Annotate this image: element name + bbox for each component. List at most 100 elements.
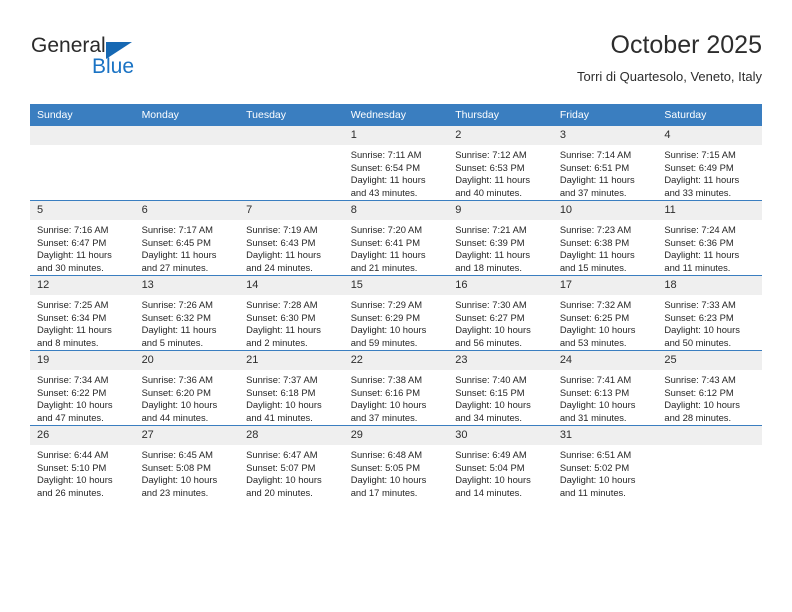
daylight-text: Daylight: 10 hours and 17 minutes. <box>350 474 427 498</box>
weekday-header-friday: Friday <box>552 104 658 126</box>
day-number: 9 <box>448 201 553 220</box>
day-number: 13 <box>134 276 240 295</box>
calendar-body: 1 Sunrise: 7:11 AM Sunset: 6:54 PM Daylight… <box>30 126 762 500</box>
calendar-day-cell[interactable]: 29 Sunrise: 6:48 AM Sunset: 5:05 PM Dayligh… <box>343 425 449 500</box>
day-details: Sunrise: 7:11 AM Sunset: 6:54 PM Daylight:… <box>344 145 449 199</box>
calendar-day-cell[interactable]: 12 Sunrise: 7:25 AM Sunset: 6:34 PM Dayligh… <box>30 275 135 351</box>
calendar-day-cell[interactable]: 30 Sunrise: 6:49 AM Sunset: 5:04 PM Dayligh… <box>448 425 553 500</box>
day-number: 3 <box>552 126 658 145</box>
weekday-header-wednesday: Wednesday <box>343 104 449 126</box>
calendar-day-cell[interactable]: 28 Sunrise: 6:47 AM Sunset: 5:07 PM Dayligh… <box>239 425 344 500</box>
calendar-day-cell[interactable]: 22 Sunrise: 7:38 AM Sunset: 6:16 PM Dayligh… <box>343 350 449 426</box>
sunset-text: Sunset: 5:04 PM <box>455 461 525 473</box>
day-details: Sunrise: 7:16 AM Sunset: 6:47 PM Daylight:… <box>30 220 135 274</box>
day-details: Sunrise: 7:40 AM Sunset: 6:15 PM Daylight:… <box>448 370 553 424</box>
calendar-day-cell-empty <box>657 425 762 500</box>
calendar-day-cell[interactable]: 13 Sunrise: 7:26 AM Sunset: 6:32 PM Dayligh… <box>134 275 240 351</box>
sunrise-text: Sunrise: 7:36 AM <box>141 374 213 385</box>
sunset-text: Sunset: 6:43 PM <box>246 236 316 248</box>
calendar-day-cell[interactable]: 5 Sunrise: 7:16 AM Sunset: 6:47 PM Daylight… <box>30 200 135 276</box>
daylight-text: Daylight: 11 hours and 5 minutes. <box>141 324 217 348</box>
sunset-text: Sunset: 5:07 PM <box>246 461 316 473</box>
daylight-text: Daylight: 10 hours and 34 minutes. <box>455 399 531 423</box>
day-number: 23 <box>448 351 553 370</box>
daylight-text: Daylight: 11 hours and 27 minutes. <box>141 249 217 273</box>
sunrise-text: Sunrise: 7:16 AM <box>37 224 109 235</box>
calendar-day-cell[interactable]: 7 Sunrise: 7:19 AM Sunset: 6:43 PM Daylight… <box>239 200 344 276</box>
sunrise-text: Sunrise: 7:43 AM <box>664 374 736 385</box>
sunset-text: Sunset: 5:05 PM <box>350 461 420 473</box>
calendar-day-cell[interactable]: 27 Sunrise: 6:45 AM Sunset: 5:08 PM Dayligh… <box>134 425 240 500</box>
day-number: 22 <box>343 351 449 370</box>
day-details: Sunrise: 7:20 AM Sunset: 6:41 PM Daylight:… <box>344 220 449 274</box>
daylight-text: Daylight: 11 hours and 11 minutes. <box>664 249 740 273</box>
day-details: Sunrise: 7:23 AM Sunset: 6:38 PM Daylight:… <box>553 220 658 274</box>
sunrise-text: Sunrise: 7:32 AM <box>559 299 632 310</box>
brand-name-blue: Blue <box>92 55 135 78</box>
day-details: Sunrise: 7:19 AM Sunset: 6:43 PM Daylight:… <box>239 220 344 274</box>
sunrise-text: Sunrise: 7:23 AM <box>559 224 632 235</box>
daylight-text: Daylight: 10 hours and 44 minutes. <box>141 399 218 423</box>
calendar-day-cell[interactable]: 10 Sunrise: 7:23 AM Sunset: 6:38 PM Dayligh… <box>552 200 658 276</box>
calendar-day-cell[interactable]: 8 Sunrise: 7:20 AM Sunset: 6:41 PM Daylight… <box>343 200 449 276</box>
day-number: 10 <box>552 201 658 220</box>
sunrise-text: Sunrise: 6:44 AM <box>37 449 109 460</box>
calendar-day-cell[interactable]: 21 Sunrise: 7:37 AM Sunset: 6:18 PM Dayligh… <box>239 350 344 426</box>
calendar-day-cell[interactable]: 17 Sunrise: 7:32 AM Sunset: 6:25 PM Dayligh… <box>552 275 658 351</box>
calendar-day-cell[interactable]: 6 Sunrise: 7:17 AM Sunset: 6:45 PM Daylight… <box>134 200 240 276</box>
daylight-text: Daylight: 11 hours and 18 minutes. <box>455 249 531 273</box>
calendar-day-cell[interactable]: 4 Sunrise: 7:15 AM Sunset: 6:49 PM Daylight… <box>657 126 762 201</box>
daylight-text: Daylight: 10 hours and 28 minutes. <box>664 399 740 423</box>
calendar-day-cell-empty <box>239 126 344 201</box>
day-number: 7 <box>239 201 344 220</box>
calendar-day-cell[interactable]: 11 Sunrise: 7:24 AM Sunset: 6:36 PM Dayligh… <box>657 200 762 276</box>
sunrise-text: Sunrise: 6:51 AM <box>559 449 632 460</box>
day-details: Sunrise: 7:32 AM Sunset: 6:25 PM Daylight:… <box>553 295 658 349</box>
day-details: Sunrise: 7:25 AM Sunset: 6:34 PM Daylight:… <box>30 295 135 349</box>
brand-logo[interactable]: General Blue <box>30 34 290 92</box>
calendar-day-cell[interactable]: 2 Sunrise: 7:12 AM Sunset: 6:53 PM Daylight… <box>448 126 553 201</box>
day-details: Sunrise: 6:51 AM Sunset: 5:02 PM Daylight:… <box>553 445 658 499</box>
sunset-text: Sunset: 6:51 PM <box>559 161 630 173</box>
daylight-text: Daylight: 10 hours and 31 minutes. <box>559 399 636 423</box>
sunrise-text: Sunrise: 7:33 AM <box>664 299 736 310</box>
calendar-week-row: 5 Sunrise: 7:16 AM Sunset: 6:47 PM Daylight… <box>30 200 762 276</box>
sunset-text: Sunset: 6:32 PM <box>141 311 211 323</box>
sunset-text: Sunset: 6:30 PM <box>246 311 316 323</box>
calendar-day-cell[interactable]: 9 Sunrise: 7:21 AM Sunset: 6:39 PM Daylight… <box>448 200 553 276</box>
day-number: 30 <box>448 426 553 445</box>
daylight-text: Daylight: 11 hours and 21 minutes. <box>350 249 426 273</box>
day-details: Sunrise: 6:49 AM Sunset: 5:04 PM Daylight:… <box>448 445 553 499</box>
calendar-day-cell[interactable]: 16 Sunrise: 7:30 AM Sunset: 6:27 PM Dayligh… <box>448 275 553 351</box>
day-number <box>30 126 135 145</box>
day-details: Sunrise: 7:30 AM Sunset: 6:27 PM Daylight:… <box>448 295 553 349</box>
calendar-day-cell[interactable]: 24 Sunrise: 7:41 AM Sunset: 6:13 PM Dayligh… <box>552 350 658 426</box>
calendar-day-cell[interactable]: 23 Sunrise: 7:40 AM Sunset: 6:15 PM Dayligh… <box>448 350 553 426</box>
day-details: Sunrise: 7:41 AM Sunset: 6:13 PM Daylight:… <box>553 370 658 424</box>
calendar-day-cell[interactable]: 19 Sunrise: 7:34 AM Sunset: 6:22 PM Dayligh… <box>30 350 135 426</box>
calendar-day-cell[interactable]: 26 Sunrise: 6:44 AM Sunset: 5:10 PM Dayligh… <box>30 425 135 500</box>
calendar-day-cell[interactable]: 1 Sunrise: 7:11 AM Sunset: 6:54 PM Daylight… <box>343 126 449 201</box>
calendar-day-cell[interactable]: 31 Sunrise: 6:51 AM Sunset: 5:02 PM Dayligh… <box>552 425 658 500</box>
day-number: 2 <box>448 126 553 145</box>
calendar-day-cell[interactable]: 18 Sunrise: 7:33 AM Sunset: 6:23 PM Dayligh… <box>657 275 762 351</box>
daylight-text: Daylight: 10 hours and 26 minutes. <box>37 474 113 498</box>
calendar-day-cell[interactable]: 14 Sunrise: 7:28 AM Sunset: 6:30 PM Dayligh… <box>239 275 344 351</box>
sunrise-text: Sunrise: 7:40 AM <box>455 374 527 385</box>
calendar-header-row: Sunday Monday Tuesday Wednesday Thursday… <box>30 104 762 126</box>
calendar-day-cell[interactable]: 15 Sunrise: 7:29 AM Sunset: 6:29 PM Dayligh… <box>343 275 449 351</box>
sunset-text: Sunset: 6:53 PM <box>455 161 525 173</box>
sunset-text: Sunset: 6:18 PM <box>246 386 316 398</box>
calendar-day-cell[interactable]: 20 Sunrise: 7:36 AM Sunset: 6:20 PM Dayligh… <box>134 350 240 426</box>
day-number: 4 <box>657 126 762 145</box>
sunset-text: Sunset: 6:12 PM <box>664 386 734 398</box>
daylight-text: Daylight: 11 hours and 15 minutes. <box>559 249 635 273</box>
day-number: 14 <box>239 276 344 295</box>
day-number: 19 <box>30 351 135 370</box>
weekday-header-monday: Monday <box>134 104 240 126</box>
calendar-day-cell[interactable]: 3 Sunrise: 7:14 AM Sunset: 6:51 PM Daylight… <box>552 126 658 201</box>
daylight-text: Daylight: 10 hours and 23 minutes. <box>141 474 218 498</box>
daylight-text: Daylight: 10 hours and 56 minutes. <box>455 324 531 348</box>
calendar-day-cell-empty <box>134 126 240 201</box>
calendar-day-cell[interactable]: 25 Sunrise: 7:43 AM Sunset: 6:12 PM Dayligh… <box>657 350 762 426</box>
